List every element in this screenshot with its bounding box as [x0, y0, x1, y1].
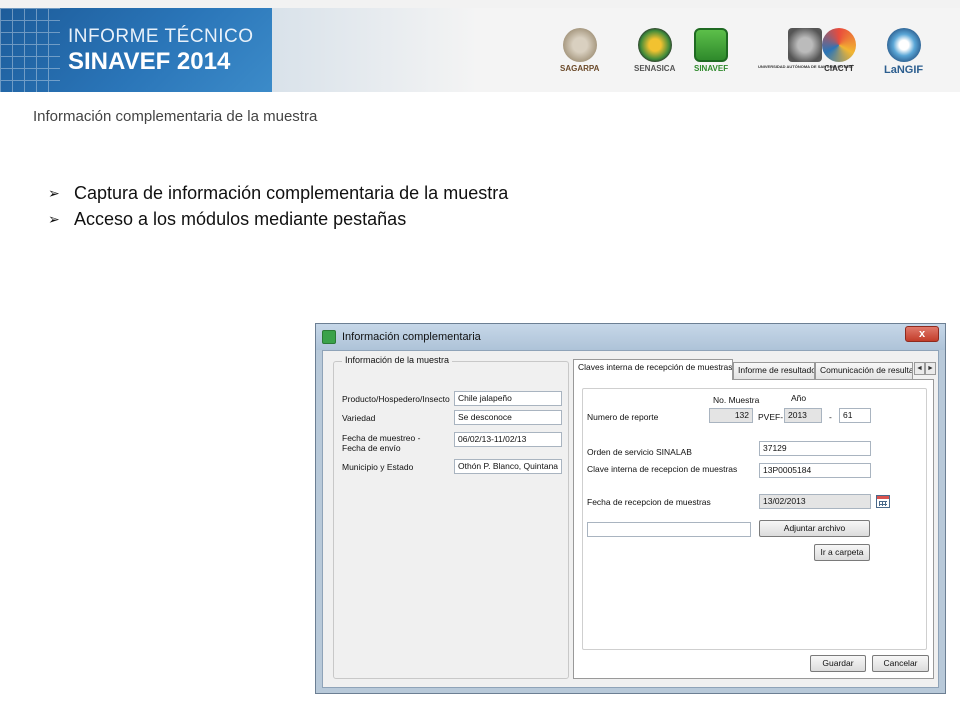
slide-subtitle: Información complementaria de la muestra: [33, 108, 318, 125]
langif-globe-icon: [886, 28, 921, 62]
fecha-recepcion-field[interactable]: 13/02/2013: [759, 494, 871, 509]
consecutivo-field[interactable]: 61: [839, 408, 871, 423]
adjuntar-archivo-button[interactable]: Adjuntar archivo: [759, 520, 870, 537]
banner-grid-decoration: [0, 8, 60, 92]
claves-inner-frame: No. Muestra Año Numero de reporte 132 PV…: [582, 388, 927, 650]
sample-info-group: Información de la muestra Producto/Hospe…: [333, 355, 569, 679]
sinavef-emblem-icon: [694, 28, 729, 62]
ir-a-carpeta-button[interactable]: Ir a carpeta: [814, 544, 870, 561]
sample-info-legend: Información de la muestra: [342, 355, 453, 365]
municipio-label: Municipio y Estado: [342, 462, 414, 472]
clave-interna-field[interactable]: 13P0005184: [759, 463, 871, 478]
banner-title-line1: INFORME TÉCNICO: [68, 26, 254, 47]
municipio-field[interactable]: Othón P. Blanco, Quintana R: [454, 459, 562, 474]
tab-claves-interna[interactable]: Claves interna de recepción de muestras: [573, 359, 733, 380]
banner-title-line2: SINAVEF 2014: [68, 48, 231, 75]
no-muestra-field[interactable]: 132: [709, 408, 753, 423]
bullet-text: Acceso a los módulos mediante pestañas: [74, 208, 407, 229]
arrow-bullet-icon: ➢: [48, 184, 60, 201]
orden-servicio-field[interactable]: 37129: [759, 441, 871, 456]
fecha-envio-label: Fecha de envío: [342, 443, 401, 453]
archivo-path-field[interactable]: [587, 522, 751, 537]
sagarpa-seal-icon: [562, 28, 597, 62]
window-title: Información complementaria: [342, 331, 481, 343]
cancelar-button[interactable]: Cancelar: [872, 655, 929, 672]
close-button[interactable]: x: [905, 326, 939, 342]
orden-servicio-label: Orden de servicio SINALAB: [587, 447, 692, 457]
clave-interna-label: Clave interna de recepcion de muestras: [587, 464, 738, 474]
producto-field[interactable]: Chile jalapeño: [454, 391, 562, 406]
tab-strip: Claves interna de recepción de muestras …: [573, 359, 936, 380]
bullet-item: ➢ Captura de información complementaria …: [48, 180, 508, 206]
banner-brand-block: INFORME TÉCNICO SINAVEF 2014: [0, 8, 272, 92]
fecha-muestreo-field[interactable]: 06/02/13-11/02/13: [454, 432, 562, 447]
tab-informe-resultado[interactable]: Informe de resultado: [733, 362, 815, 379]
window-client-area: Información de la muestra Producto/Hospe…: [322, 350, 939, 688]
tab-panel-claves: No. Muestra Año Numero de reporte 132 PV…: [573, 379, 934, 679]
anio-header: Año: [791, 393, 807, 403]
sinavef-logo: SINAVEF: [694, 28, 728, 73]
arrow-bullet-icon: ➢: [48, 210, 60, 227]
fecha-muestreo-label: Fecha de muestreo -: [342, 433, 421, 443]
dash-separator: -: [829, 412, 832, 422]
tab-scroll-right-icon[interactable]: ►: [925, 362, 936, 375]
senasica-emblem-icon: [637, 28, 672, 62]
app-icon: [322, 330, 336, 344]
langif-logo: LaNGIF: [884, 28, 923, 76]
fecha-recepcion-label: Fecha de recepcion de muestras: [587, 497, 711, 507]
tab-comunicacion-resultado[interactable]: Comunicación de resultad: [815, 362, 913, 379]
bullet-text: Captura de información complementaria de…: [74, 182, 509, 203]
variedad-field[interactable]: Se desconoce: [454, 410, 562, 425]
numero-reporte-label: Numero de reporte: [587, 412, 659, 422]
window-titlebar[interactable]: Información complementaria: [316, 324, 945, 350]
no-muestra-header: No. Muestra: [713, 395, 760, 405]
uaslp-shield-icon: [788, 28, 823, 62]
anio-field[interactable]: 2013: [784, 408, 822, 423]
bullet-item: ➢ Acceso a los módulos mediante pestañas: [48, 206, 508, 232]
sagarpa-logo: SAGARPA: [560, 28, 599, 73]
guardar-button[interactable]: Guardar: [810, 655, 866, 672]
info-complementaria-window: Información complementaria x Información…: [315, 323, 946, 694]
pvef-prefix: PVEF-: [758, 412, 784, 422]
banner-logo-strip: [272, 8, 960, 92]
calendar-icon[interactable]: [876, 495, 890, 508]
bullet-list: ➢ Captura de información complementaria …: [48, 180, 508, 232]
ciacyt-emblem-icon: [822, 28, 856, 62]
producto-label: Producto/Hospedero/Insecto: [342, 394, 450, 404]
variedad-label: Variedad: [342, 413, 376, 423]
ciacyt-logo: CIACYT: [822, 28, 856, 73]
header-banner: INFORME TÉCNICO SINAVEF 2014 SAGARPA SEN…: [0, 0, 960, 92]
senasica-logo: SENASICA: [634, 28, 675, 73]
tab-scroll-left-icon[interactable]: ◄: [914, 362, 925, 375]
